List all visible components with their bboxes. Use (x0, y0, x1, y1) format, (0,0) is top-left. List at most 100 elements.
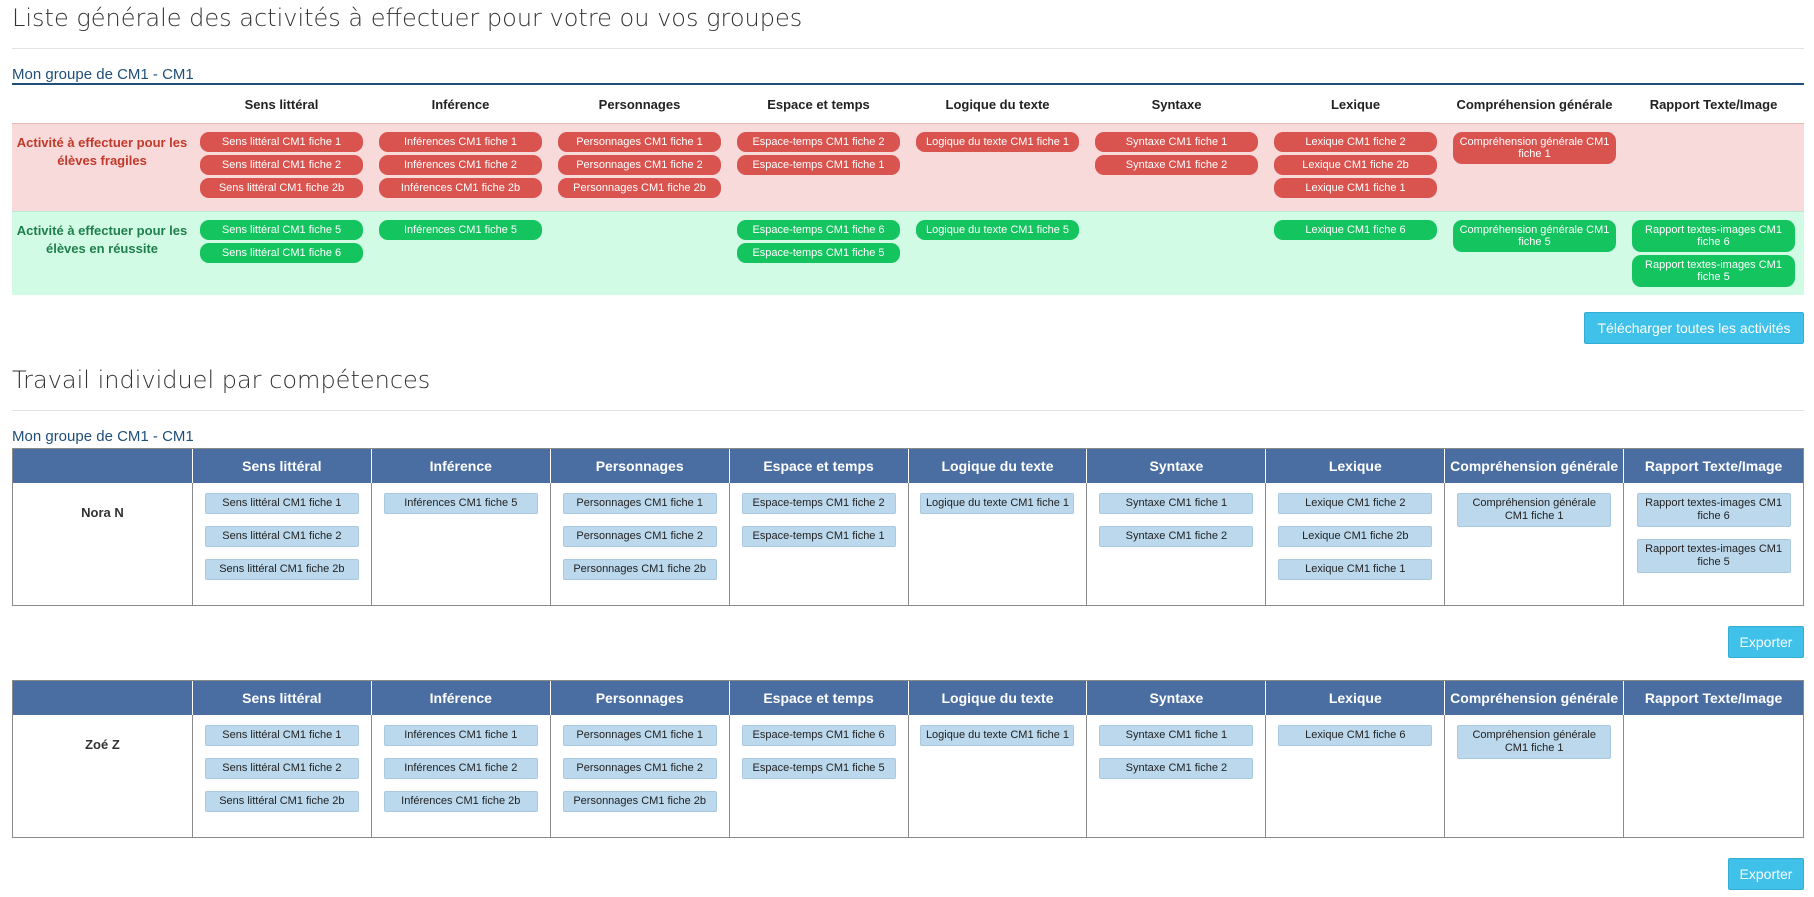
activity-pill[interactable]: Inférences CM1 fiche 1 (379, 132, 542, 152)
cell-lexique: Lexique CM1 fiche 2 Lexique CM1 fiche 2b L… (1266, 132, 1445, 211)
activity-chip[interactable]: Rapport textes-images CM1 fiche 6 (1636, 493, 1791, 527)
divider (12, 410, 1804, 411)
activity-chip[interactable]: Personnages CM1 fiche 2 (562, 758, 717, 779)
activity-chip[interactable]: Espace-temps CM1 fiche 5 (741, 758, 896, 779)
activity-chip[interactable]: Logique du texte CM1 fiche 1 (920, 493, 1075, 514)
export-button[interactable]: Exporter (1728, 858, 1804, 890)
activity-chip[interactable]: Inférences CM1 fiche 2 (383, 758, 538, 779)
activity-chip[interactable]: Inférences CM1 fiche 2b (383, 791, 538, 812)
cell-logique-du-texte: Logique du texte CM1 fiche 1 (909, 715, 1088, 837)
activity-chip[interactable]: Inférences CM1 fiche 5 (383, 493, 538, 514)
activity-chip[interactable]: Personnages CM1 fiche 2 (562, 526, 717, 547)
activity-chip[interactable]: Personnages CM1 fiche 2b (562, 559, 717, 580)
student-name: Zoé Z (85, 737, 120, 752)
col-header: Personnages (551, 681, 730, 715)
col-header: Syntaxe (1087, 449, 1267, 483)
activity-pill[interactable]: Inférences CM1 fiche 5 (379, 220, 542, 240)
activity-chip[interactable]: Compréhension générale CM1 fiche 1 (1457, 493, 1612, 527)
activity-pill[interactable]: Sens littéral CM1 fiche 1 (200, 132, 363, 152)
activity-pill[interactable]: Lexique CM1 fiche 6 (1274, 220, 1437, 240)
activity-pill[interactable]: Rapport textes-images CM1 fiche 5 (1632, 255, 1795, 287)
activity-pill[interactable]: Personnages CM1 fiche 2 (558, 155, 721, 175)
activity-chip[interactable]: Syntaxe CM1 fiche 2 (1099, 758, 1254, 779)
activity-chip[interactable]: Syntaxe CM1 fiche 2 (1099, 526, 1254, 547)
student-table: Sens littéral Inférence Personnages Espace … (12, 448, 1804, 606)
activity-chip[interactable]: Lexique CM1 fiche 2b (1278, 526, 1433, 547)
activity-chip[interactable]: Lexique CM1 fiche 6 (1278, 725, 1433, 746)
activity-pill[interactable]: Compréhension générale CM1 fiche 5 (1453, 220, 1616, 252)
col-header: Inférence (372, 681, 551, 715)
activity-pill[interactable]: Sens littéral CM1 fiche 2 (200, 155, 363, 175)
cell-lexique: Lexique CM1 fiche 6 (1266, 220, 1445, 295)
activity-pill[interactable]: Espace-temps CM1 fiche 2 (737, 132, 900, 152)
activity-pill[interactable]: Personnages CM1 fiche 2b (558, 178, 721, 198)
activity-pill[interactable]: Espace-temps CM1 fiche 1 (737, 155, 900, 175)
activity-chip[interactable]: Personnages CM1 fiche 2b (562, 791, 717, 812)
activity-chip[interactable]: Sens littéral CM1 fiche 2b (204, 791, 359, 812)
overview-table: Sens littéral Inférence Personnages Espa… (12, 85, 1804, 295)
activity-pill[interactable]: Personnages CM1 fiche 1 (558, 132, 721, 152)
col-header: Lexique (1330, 96, 1381, 112)
activity-pill[interactable]: Inférences CM1 fiche 2 (379, 155, 542, 175)
activity-pill[interactable]: Sens littéral CM1 fiche 6 (200, 243, 363, 263)
col-header: Espace et temps (767, 96, 870, 112)
col-header: Logique du texte (945, 96, 1050, 112)
activity-pill[interactable]: Espace-temps CM1 fiche 5 (737, 243, 900, 263)
cell-syntaxe (1087, 220, 1266, 295)
activity-chip[interactable]: Syntaxe CM1 fiche 1 (1099, 493, 1254, 514)
activity-pill[interactable]: Syntaxe CM1 fiche 1 (1095, 132, 1258, 152)
activity-chip[interactable]: Inférences CM1 fiche 1 (383, 725, 538, 746)
cell-espace-et-temps: Espace-temps CM1 fiche 2 Espace-temps CM1… (729, 132, 908, 211)
cell-espace-et-temps: Espace-temps CM1 fiche 6 Espace-temps CM1… (729, 220, 908, 295)
activity-chip[interactable]: Syntaxe CM1 fiche 1 (1099, 725, 1254, 746)
activity-pill[interactable]: Espace-temps CM1 fiche 6 (737, 220, 900, 240)
col-header: Sens littéral (193, 681, 372, 715)
export-button[interactable]: Exporter (1728, 626, 1804, 658)
activity-pill[interactable]: Compréhension générale CM1 fiche 1 (1453, 132, 1616, 164)
activity-chip[interactable]: Sens littéral CM1 fiche 2 (204, 526, 359, 547)
activity-pill[interactable]: Logique du texte CM1 fiche 5 (916, 220, 1079, 240)
activity-pill[interactable]: Syntaxe CM1 fiche 2 (1095, 155, 1258, 175)
cell-logique-du-texte: Logique du texte CM1 fiche 5 (908, 220, 1087, 295)
cell-inference: Inférences CM1 fiche 1 Inférences CM1 fic… (372, 715, 551, 837)
cell-espace-et-temps: Espace-temps CM1 fiche 2 Espace-temps CM1… (730, 483, 909, 605)
activity-chip[interactable]: Espace-temps CM1 fiche 2 (741, 493, 896, 514)
activity-chip[interactable]: Espace-temps CM1 fiche 1 (741, 526, 896, 547)
cell-rapport-texte-image: Rapport textes-images CM1 fiche 6 Rapport… (1624, 483, 1803, 605)
cell-inference: Inférences CM1 fiche 5 (372, 483, 551, 605)
activity-chip[interactable]: Personnages CM1 fiche 1 (562, 725, 717, 746)
col-header: Rapport Texte/Image (1644, 458, 1783, 474)
cell-logique-du-texte: Logique du texte CM1 fiche 1 (909, 483, 1088, 605)
cell-comprehension-generale: Compréhension générale CM1 fiche 5 (1445, 220, 1624, 295)
cell-espace-et-temps: Espace-temps CM1 fiche 6 Espace-temps CM1… (730, 715, 909, 837)
activity-chip[interactable]: Sens littéral CM1 fiche 2 (204, 758, 359, 779)
activity-chip[interactable]: Rapport textes-images CM1 fiche 5 (1636, 539, 1791, 573)
activity-pill[interactable]: Lexique CM1 fiche 2 (1274, 132, 1437, 152)
activity-chip[interactable]: Lexique CM1 fiche 1 (1278, 559, 1433, 580)
activity-chip[interactable]: Logique du texte CM1 fiche 1 (920, 725, 1075, 746)
cell-syntaxe: Syntaxe CM1 fiche 1 Syntaxe CM1 fiche 2 (1087, 715, 1267, 837)
student-table: Sens littéral Inférence Personnages Espace … (12, 680, 1804, 838)
col-header: Inférence (431, 96, 490, 112)
activity-chip[interactable]: Sens littéral CM1 fiche 1 (204, 493, 359, 514)
activity-chip[interactable]: Compréhension générale CM1 fiche 1 (1457, 725, 1612, 759)
activity-chip[interactable]: Sens littéral CM1 fiche 1 (204, 725, 359, 746)
cell-inference: Inférences CM1 fiche 1 Inférences CM1 fic… (371, 132, 550, 211)
activity-chip[interactable]: Lexique CM1 fiche 2 (1278, 493, 1433, 514)
cell-sens-litteral: Sens littéral CM1 fiche 1 Sens littéral C… (193, 715, 372, 837)
cell-inference: Inférences CM1 fiche 5 (371, 220, 550, 295)
activity-chip[interactable]: Personnages CM1 fiche 1 (562, 493, 717, 514)
activity-pill[interactable]: Lexique CM1 fiche 1 (1274, 178, 1437, 198)
activity-pill[interactable]: Rapport textes-images CM1 fiche 6 (1632, 220, 1795, 252)
cell-logique-du-texte: Logique du texte CM1 fiche 1 (908, 132, 1087, 211)
fragile-students-row: Activité à effectuer pour les élèves fra… (12, 123, 1804, 211)
activity-pill[interactable]: Lexique CM1 fiche 2b (1274, 155, 1437, 175)
activity-pill[interactable]: Inférences CM1 fiche 2b (379, 178, 542, 198)
activity-pill[interactable]: Sens littéral CM1 fiche 5 (200, 220, 363, 240)
page-title-individual-work: Travail individuel par compétences (12, 366, 431, 394)
activity-pill[interactable]: Sens littéral CM1 fiche 2b (200, 178, 363, 198)
activity-chip[interactable]: Sens littéral CM1 fiche 2b (204, 559, 359, 580)
download-all-button[interactable]: Télécharger toutes les activités (1584, 312, 1804, 344)
activity-pill[interactable]: Logique du texte CM1 fiche 1 (916, 132, 1079, 152)
activity-chip[interactable]: Espace-temps CM1 fiche 6 (741, 725, 896, 746)
